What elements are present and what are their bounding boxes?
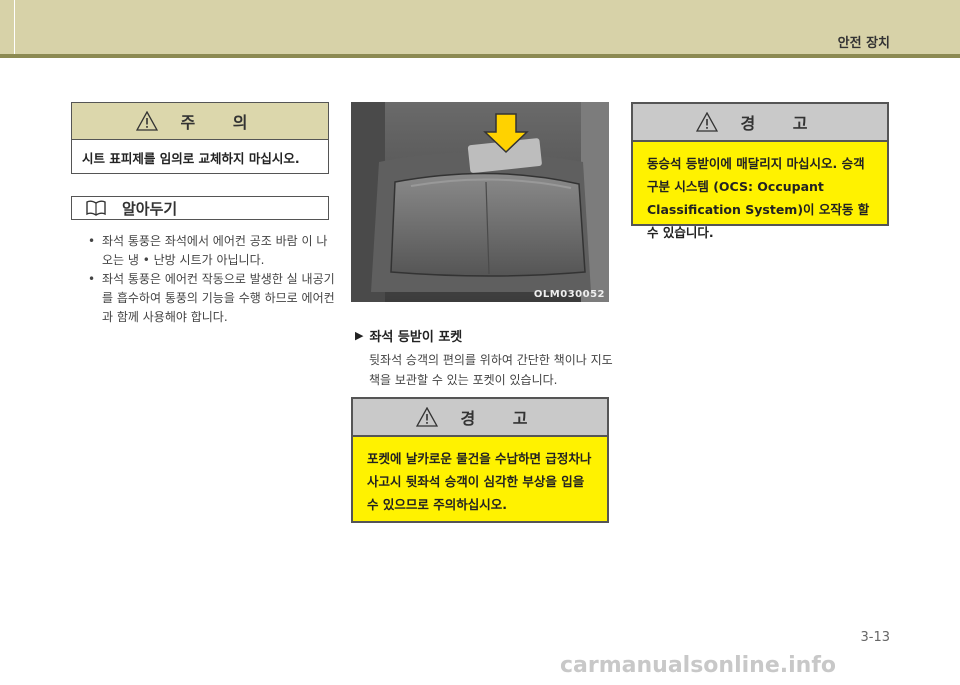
caution-band: 주 의	[72, 103, 328, 140]
section-title: ▶ 좌석 등받이 포켓	[355, 326, 462, 345]
note-heading: 알아두기	[122, 199, 178, 218]
warning-triangle-icon	[416, 407, 439, 427]
book-icon	[86, 200, 106, 216]
section-body: 뒷좌석 승객의 편의를 위하여 간단한 책이나 지도책을 보관할 수 있는 포켓…	[369, 353, 613, 387]
header-margin-line	[14, 0, 15, 56]
section-title-text: 좌석 등받이 포켓	[369, 330, 463, 345]
photo-code-label: OLM030052	[533, 289, 605, 300]
warning-box-pocket: 경 고 포켓에 날카로운 물건을 수납하면 급정차나 사고시 뒷좌석 승객이 심…	[351, 397, 609, 523]
warning-text: 포켓에 날카로운 물건을 수납하면 급정차나 사고시 뒷좌석 승객이 심각한 부…	[367, 451, 592, 512]
warning-box-seatback: 경 고 동승석 등받이에 매달리지 마십시오. 승객 구분 시스템 (OCS: …	[631, 102, 889, 240]
caution-text: 시트 표피제를 임의로 교체하지 마십시오.	[82, 151, 300, 166]
list-item: • 좌석 통풍은 에어컨 작동으로 발생한 실 내공기를 흡수하여 통풍의 기능을…	[88, 272, 335, 324]
header-bar	[0, 54, 960, 58]
warning-band: 경 고	[633, 104, 887, 142]
warning-text: 동승석 등받이에 매달리지 마십시오. 승객 구분 시스템 (OCS: Occu…	[647, 156, 870, 240]
page-number: 3-13	[860, 630, 890, 645]
seatback-pocket-photo: OLM030052	[351, 102, 609, 302]
warning-triangle-icon	[136, 111, 159, 131]
warning-band: 경 고	[353, 399, 607, 437]
warning-triangle-icon	[696, 112, 719, 132]
list-item: • 좌석 통풍은 좌석에서 에어컨 공조 바람 이 나오는 냉 • 난방 시트가 …	[88, 234, 328, 267]
note-bullet-list: • 좌석 통풍은 좌석에서 에어컨 공조 바람 이 나오는 냉 • 난방 시트가 …	[86, 232, 336, 327]
warning-heading: 경 고	[740, 114, 824, 133]
caution-heading: 주 의	[180, 113, 264, 132]
watermark: carmanualsonline.info	[560, 653, 836, 678]
seatback-illustration	[351, 102, 609, 302]
header-title: 안전 장치	[837, 36, 890, 51]
caution-box: 주 의 시트 표피제를 임의로 교체하지 마십시오.	[71, 102, 329, 174]
warning-heading: 경 고	[460, 409, 544, 428]
note-box: 알아두기	[71, 196, 329, 220]
page-header: 안전 장치	[0, 0, 960, 58]
play-arrow-icon: ▶	[355, 329, 364, 342]
